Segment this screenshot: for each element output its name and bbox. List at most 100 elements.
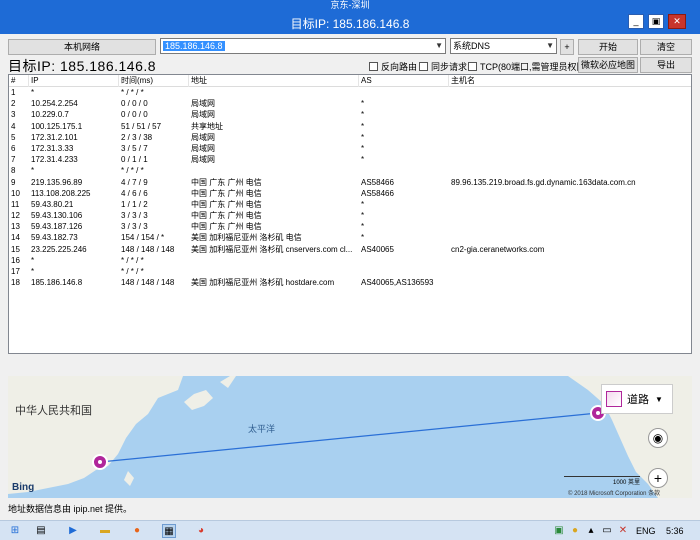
zoom-in-icon[interactable]: +: [648, 468, 668, 488]
server-manager-icon[interactable]: ▤: [34, 524, 48, 538]
cell-index: 8: [11, 166, 16, 176]
cell-time: 2 / 3 / 38: [121, 132, 153, 142]
tray-app-icon[interactable]: ▣: [552, 524, 566, 538]
qq-icon[interactable]: ●: [568, 524, 582, 538]
cell-index: 14: [11, 233, 20, 243]
dns-select[interactable]: 系统DNS ▼: [450, 38, 557, 54]
target-ip-input[interactable]: 185.186.146.8 ▼: [160, 38, 446, 54]
dns-select-value: 系统DNS: [453, 41, 491, 51]
column-header-ip[interactable]: IP: [29, 75, 119, 87]
cell-ip: 100.125.175.1: [31, 121, 83, 131]
cell-time: * / * / *: [121, 166, 144, 176]
table-row[interactable]: 4 100.125.175.1 51 / 51 / 57 共享地址 *: [9, 121, 691, 132]
cell-address: 局域网: [191, 132, 215, 142]
table-row[interactable]: 9 219.135.96.89 4 / 7 / 9 中国 广东 广州 电信 AS5846…: [9, 177, 691, 188]
cell-address: 局域网: [191, 155, 215, 165]
table-row[interactable]: 17 * * / * / *: [9, 266, 691, 277]
cell-index: 7: [11, 155, 16, 165]
cell-address: 局域网: [191, 110, 215, 120]
table-row[interactable]: 10 113.108.208.225 4 / 6 / 6 中国 广东 广州 电信 AS5…: [9, 188, 691, 199]
cell-ip: 10.254.2.254: [31, 99, 78, 109]
table-row[interactable]: 8 * * / * / *: [9, 165, 691, 176]
column-header-hostname[interactable]: 主机名: [449, 75, 691, 87]
besttrace-taskbar-icon[interactable]: ▦: [162, 524, 176, 538]
table-row[interactable]: 12 59.43.130.106 3 / 3 / 3 中国 广东 广州 电信 *: [9, 210, 691, 221]
cell-index: 9: [11, 177, 16, 187]
chevron-down-icon[interactable]: ▼: [546, 39, 554, 53]
powershell-icon[interactable]: ▶: [66, 524, 80, 538]
cell-address: 中国 广东 广州 电信: [191, 199, 262, 209]
cell-address: 局域网: [191, 99, 215, 109]
map-style-dropdown[interactable]: 道路 ▼: [601, 384, 673, 414]
file-explorer-icon[interactable]: ▬: [98, 524, 112, 538]
cell-as: *: [361, 143, 365, 153]
tcp-checkbox[interactable]: TCP(80端口,需管理员权限): [468, 60, 589, 73]
start-menu-icon[interactable]: ⊞: [8, 524, 22, 538]
table-row[interactable]: 6 172.31.3.33 3 / 5 / 7 局域网 *: [9, 143, 691, 154]
cell-index: 12: [11, 211, 20, 221]
cell-ip: 59.43.187.126: [31, 222, 83, 232]
input-language-indicator[interactable]: ENG: [636, 526, 656, 536]
locate-icon[interactable]: ◉: [648, 428, 668, 448]
sync-request-label: 同步请求: [431, 62, 468, 72]
bing-logo: Bing: [12, 482, 35, 493]
table-row[interactable]: 14 59.43.182.73 154 / 154 / * 美国 加利福尼亚州 洛杉矶…: [9, 232, 691, 243]
table-row[interactable]: 5 172.31.2.101 2 / 3 / 38 局域网 *: [9, 132, 691, 143]
column-header-time[interactable]: 时间(ms): [119, 75, 189, 87]
table-row[interactable]: 1 * * / * / *: [9, 87, 691, 98]
map-terms-link[interactable]: 条款: [648, 491, 660, 497]
table-row[interactable]: 2 10.254.2.254 0 / 0 / 0 局域网 *: [9, 98, 691, 109]
add-dns-button[interactable]: +: [560, 39, 574, 55]
clock[interactable]: 5:36: [666, 526, 684, 536]
cell-time: 3 / 5 / 7: [121, 143, 148, 153]
close-button[interactable]: ✕: [668, 14, 686, 29]
chevron-down-icon[interactable]: ▼: [435, 39, 443, 53]
checkbox-icon[interactable]: [369, 62, 378, 71]
cell-index: 11: [11, 199, 20, 209]
cell-ip: 113.108.208.225: [31, 188, 91, 198]
table-row[interactable]: 18 185.186.146.8 148 / 148 / 148 美国 加利福尼亚州 …: [9, 277, 691, 288]
local-network-button[interactable]: 本机网络: [8, 39, 156, 55]
map-button[interactable]: 微软必应地图: [578, 57, 638, 73]
tray-expand-icon[interactable]: ▴: [584, 524, 598, 538]
route-map[interactable]: 中华人民共和国 太平洋 道路 ▼ ◉ + Bing 1000 英里 © 2018…: [8, 376, 692, 498]
checkbox-icon[interactable]: [468, 62, 477, 71]
clear-button[interactable]: 清空: [640, 39, 692, 55]
start-button[interactable]: 开始: [578, 39, 638, 55]
cell-time: 0 / 0 / 0: [121, 110, 148, 120]
cell-as: AS40065: [361, 244, 394, 254]
cell-time: * / * / *: [121, 88, 144, 97]
map-scale-label: 1000 英里: [612, 480, 640, 486]
minimize-button[interactable]: _: [628, 14, 644, 29]
map-style-label: 道路: [627, 394, 649, 406]
cell-ip: 59.43.80.21: [31, 199, 74, 209]
cell-ip: 59.43.130.106: [31, 211, 83, 221]
table-row[interactable]: 11 59.43.80.21 1 / 1 / 2 中国 广东 广州 电信 *: [9, 199, 691, 210]
table-row[interactable]: 16 * * / * / *: [9, 255, 691, 266]
cell-as: *: [361, 121, 365, 131]
restore-button[interactable]: ▣: [648, 14, 664, 29]
column-header-as[interactable]: AS: [359, 75, 449, 87]
chrome-icon[interactable]: ◕: [194, 524, 208, 538]
cell-as: AS58466: [361, 177, 394, 187]
firefox-icon[interactable]: ●: [130, 524, 144, 538]
table-row[interactable]: 13 59.43.187.126 3 / 3 / 3 中国 广东 广州 电信 *: [9, 221, 691, 232]
volume-muted-icon[interactable]: ✕: [616, 524, 630, 538]
column-header-index[interactable]: #: [9, 75, 29, 87]
table-row[interactable]: 15 23.225.225.246 148 / 148 / 148 美国 加利福尼亚州…: [9, 244, 691, 255]
network-icon[interactable]: ▭: [600, 524, 614, 538]
export-button[interactable]: 导出: [640, 57, 692, 73]
table-row[interactable]: 7 172.31.4.233 0 / 1 / 1 局域网 *: [9, 154, 691, 165]
cell-index: 17: [11, 267, 20, 276]
cell-ip: 23.225.225.246: [31, 244, 87, 254]
column-header-address[interactable]: 地址: [189, 75, 359, 87]
table-row[interactable]: 3 10.229.0.7 0 / 0 / 0 局域网 *: [9, 109, 691, 120]
cell-index: 5: [11, 132, 16, 142]
tcp-label: TCP(80端口,需管理员权限): [480, 62, 589, 72]
remote-session-title: 京东-深圳: [0, 0, 700, 10]
trace-results-table[interactable]: # IP 时间(ms) 地址 AS 主机名 1 * * / * / * 2 10.254…: [8, 74, 692, 354]
cell-time: 0 / 0 / 0: [121, 99, 148, 109]
checkbox-icon[interactable]: [419, 62, 428, 71]
reverse-route-checkbox[interactable]: 反向路由: [369, 60, 417, 73]
sync-request-checkbox[interactable]: 同步请求: [419, 60, 467, 73]
